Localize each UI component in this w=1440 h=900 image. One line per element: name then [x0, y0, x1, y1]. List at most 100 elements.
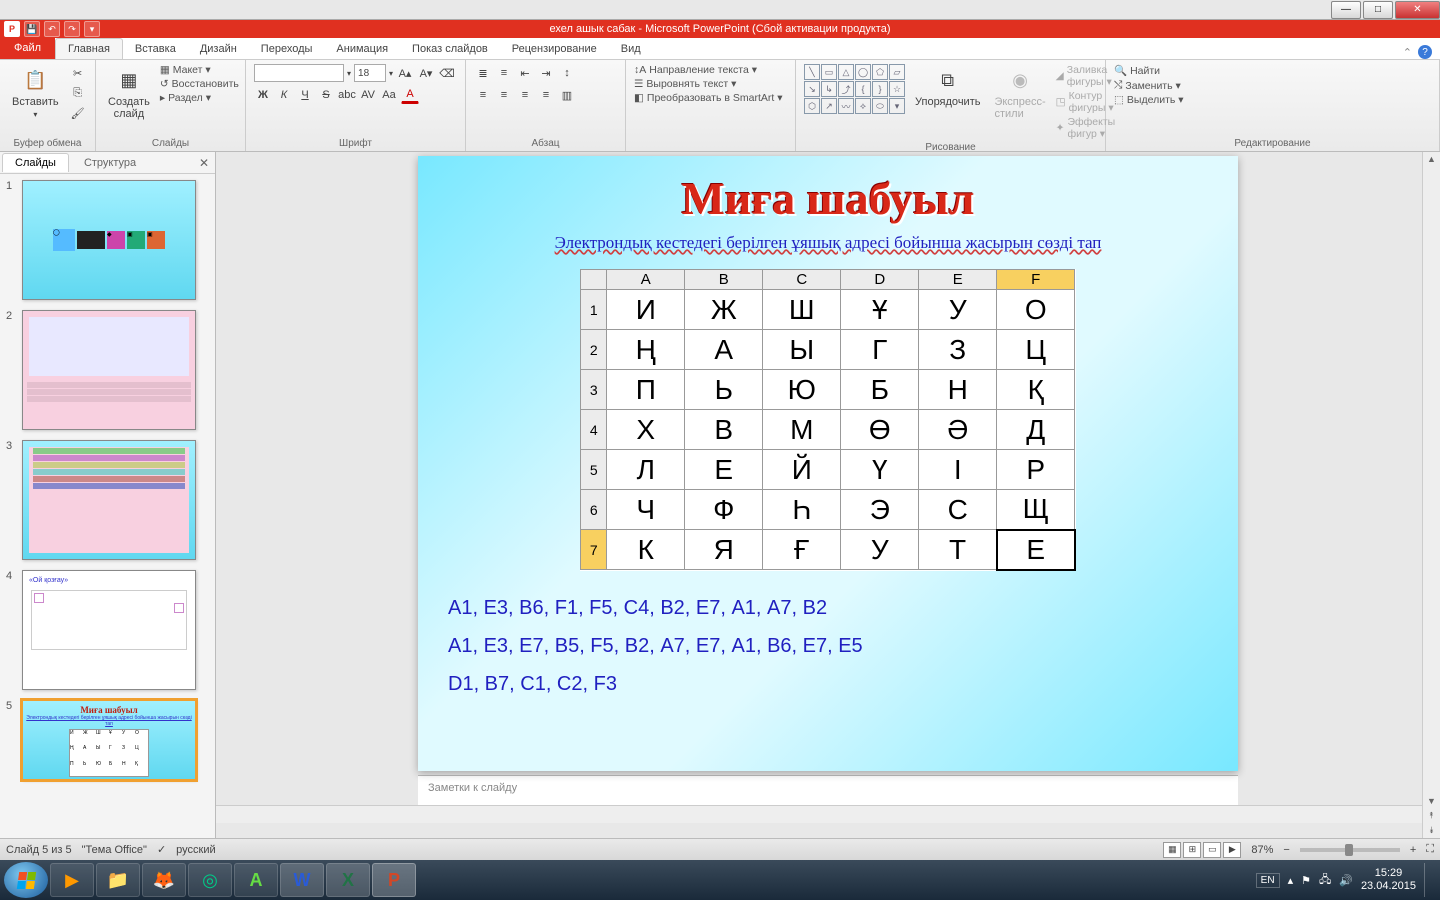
fit-window-button[interactable]: ⛶	[1426, 843, 1434, 856]
panel-tab-outline[interactable]: Структура	[71, 153, 149, 172]
taskbar-powerpoint[interactable]: P	[372, 863, 416, 897]
zoom-out-button[interactable]: −	[1283, 844, 1289, 856]
slide-title[interactable]: Миға шабуыл	[418, 156, 1238, 225]
bold-button[interactable]: Ж	[254, 86, 272, 104]
next-slide-button[interactable]: ⯯	[1427, 823, 1436, 838]
tab-insert[interactable]: Вставка	[123, 38, 188, 59]
align-left-button[interactable]: ≡	[474, 86, 492, 104]
panel-close-button[interactable]: ✕	[199, 156, 209, 170]
shrink-font-button[interactable]: A▾	[417, 64, 435, 82]
numbering-button[interactable]: ≡	[495, 64, 513, 82]
copy-button[interactable]: ⎘	[69, 84, 87, 102]
shadow-button[interactable]: abc	[338, 86, 356, 104]
slide-subtitle[interactable]: Электрондық кестедегі берілген ұяшық адр…	[418, 233, 1238, 253]
slide-thumb-1[interactable]: ◯ ◆ ▣ ▣	[22, 180, 196, 300]
tab-animations[interactable]: Анимация	[324, 38, 400, 59]
line-spacing-button[interactable]: ↕	[558, 64, 576, 82]
slide-thumb-3[interactable]	[22, 440, 196, 560]
taskbar-firefox[interactable]: 🦊	[142, 863, 186, 897]
sequence-line-1[interactable]: А1, Е3, В6, F1, F5, С4, В2, Е7, А1, А7, …	[448, 589, 1238, 627]
taskbar-word[interactable]: W	[280, 863, 324, 897]
tray-volume-icon[interactable]: 🔊	[1339, 874, 1353, 887]
scroll-down-icon[interactable]: ▼	[1425, 794, 1438, 808]
font-size-combo[interactable]: 18	[354, 64, 386, 82]
change-case-button[interactable]: Aa	[380, 86, 398, 104]
notes-pane[interactable]: Заметки к слайду	[418, 775, 1238, 805]
prev-slide-button[interactable]: ⯭	[1427, 808, 1436, 823]
align-right-button[interactable]: ≡	[516, 86, 534, 104]
qat-redo-button[interactable]: ↷	[64, 21, 80, 37]
cut-button[interactable]: ✂	[69, 64, 87, 82]
tab-design[interactable]: Дизайн	[188, 38, 249, 59]
panel-tab-slides[interactable]: Слайды	[2, 153, 69, 172]
slide-thumb-2[interactable]	[22, 310, 196, 430]
replace-button[interactable]: ⤭Заменить ▾	[1114, 79, 1181, 92]
window-close-button[interactable]: ✕	[1395, 1, 1440, 19]
tab-review[interactable]: Рецензирование	[500, 38, 609, 59]
slide-thumb-5[interactable]: Миға шабуыл Электрондық кестедегі берілг…	[22, 700, 196, 780]
letter-grid-table[interactable]: A B C D E F 1ИЖШҰУО 2ҢАЫГЗЦ 3ПЬЮБНҚ 4ХВМ…	[580, 269, 1076, 571]
taskbar-media-player[interactable]: ▶	[50, 863, 94, 897]
bullets-button[interactable]: ≣	[474, 64, 492, 82]
clear-format-button[interactable]: ⌫	[438, 64, 456, 82]
start-button[interactable]	[4, 862, 48, 898]
tray-language[interactable]: EN	[1256, 873, 1280, 888]
font-family-combo[interactable]	[254, 64, 344, 82]
qat-save-button[interactable]: 💾	[24, 21, 40, 37]
zoom-level[interactable]: 87%	[1251, 844, 1273, 856]
inc-indent-button[interactable]: ⇥	[537, 64, 555, 82]
vertical-scrollbar[interactable]: ▲ ▼ ⯭ ⯯	[1422, 152, 1440, 838]
tray-clock[interactable]: 15:29 23.04.2015	[1361, 867, 1416, 893]
convert-smartart-button[interactable]: ◧Преобразовать в SmartArt ▾	[634, 92, 782, 104]
new-slide-button[interactable]: ▦ Создать слайд	[104, 64, 154, 122]
tab-home[interactable]: Главная	[55, 38, 123, 59]
align-text-button[interactable]: ☰Выровнять текст ▾	[634, 78, 736, 90]
strike-button[interactable]: S	[317, 86, 335, 104]
sorter-view-button[interactable]: ⊞	[1183, 842, 1201, 858]
file-tab[interactable]: Файл	[0, 37, 55, 59]
reset-button[interactable]: ↺Восстановить	[160, 78, 239, 90]
shapes-gallery[interactable]: ╲▭△◯⬠▱ ↘↳⤴{}☆ ⬡↗〰⟡⬭▾	[804, 64, 905, 114]
slideshow-view-button[interactable]: ▶	[1223, 842, 1241, 858]
justify-button[interactable]: ≡	[537, 86, 555, 104]
reading-view-button[interactable]: ▭	[1203, 842, 1221, 858]
layout-button[interactable]: ▦Макет ▾	[160, 64, 239, 76]
tab-slideshow[interactable]: Показ слайдов	[400, 38, 500, 59]
sequence-line-3[interactable]: D1, В7, С1, С2, F3	[448, 665, 1238, 703]
window-minimize-button[interactable]: —	[1331, 1, 1361, 19]
slide-canvas[interactable]: Миға шабуыл Электрондық кестедегі берілг…	[418, 156, 1238, 771]
horizontal-scrollbar[interactable]	[216, 805, 1440, 823]
zoom-slider[interactable]	[1300, 848, 1400, 852]
grow-font-button[interactable]: A▴	[396, 64, 414, 82]
format-painter-button[interactable]: 🖌	[69, 104, 87, 122]
tray-flag-icon[interactable]: ⚑	[1301, 874, 1311, 887]
text-direction-button[interactable]: ↕АНаправление текста ▾	[634, 64, 757, 76]
tab-view[interactable]: Вид	[609, 38, 653, 59]
italic-button[interactable]: К	[275, 86, 293, 104]
underline-button[interactable]: Ч	[296, 86, 314, 104]
thumbnails-list[interactable]: 1 ◯ ◆ ▣ ▣ 2	[0, 174, 215, 838]
find-button[interactable]: 🔍Найти	[1114, 64, 1160, 77]
show-desktop-button[interactable]	[1424, 863, 1432, 897]
normal-view-button[interactable]: ▦	[1163, 842, 1181, 858]
qat-undo-button[interactable]: ↶	[44, 21, 60, 37]
select-button[interactable]: ⬚Выделить ▾	[1114, 94, 1184, 106]
slide-thumb-4[interactable]: «Ой қозғау»	[22, 570, 196, 690]
align-center-button[interactable]: ≡	[495, 86, 513, 104]
tray-network-icon[interactable]: 🖧	[1319, 871, 1331, 890]
taskbar-app-green[interactable]: ◎	[188, 863, 232, 897]
app-icon[interactable]: P	[4, 21, 20, 37]
section-button[interactable]: ▸Раздел ▾	[160, 92, 239, 104]
paste-button[interactable]: 📋 Вставить ▾	[8, 64, 63, 121]
ribbon-minimize-icon[interactable]: ⌃	[1403, 46, 1412, 59]
font-color-button[interactable]: A	[401, 86, 419, 104]
taskbar-app-a[interactable]: A	[234, 863, 278, 897]
taskbar-explorer[interactable]: 📁	[96, 863, 140, 897]
status-language[interactable]: русский	[176, 844, 215, 856]
quick-styles-button[interactable]: ◉ Экспресс-стили	[990, 64, 1049, 122]
window-maximize-button[interactable]: □	[1363, 1, 1393, 19]
scroll-up-icon[interactable]: ▲	[1425, 152, 1438, 166]
char-spacing-button[interactable]: AV	[359, 86, 377, 104]
sequence-line-2[interactable]: А1, Е3, Е7, В5, F5, В2, А7, Е7, А1, В6, …	[448, 627, 1238, 665]
help-icon[interactable]: ?	[1418, 45, 1432, 59]
